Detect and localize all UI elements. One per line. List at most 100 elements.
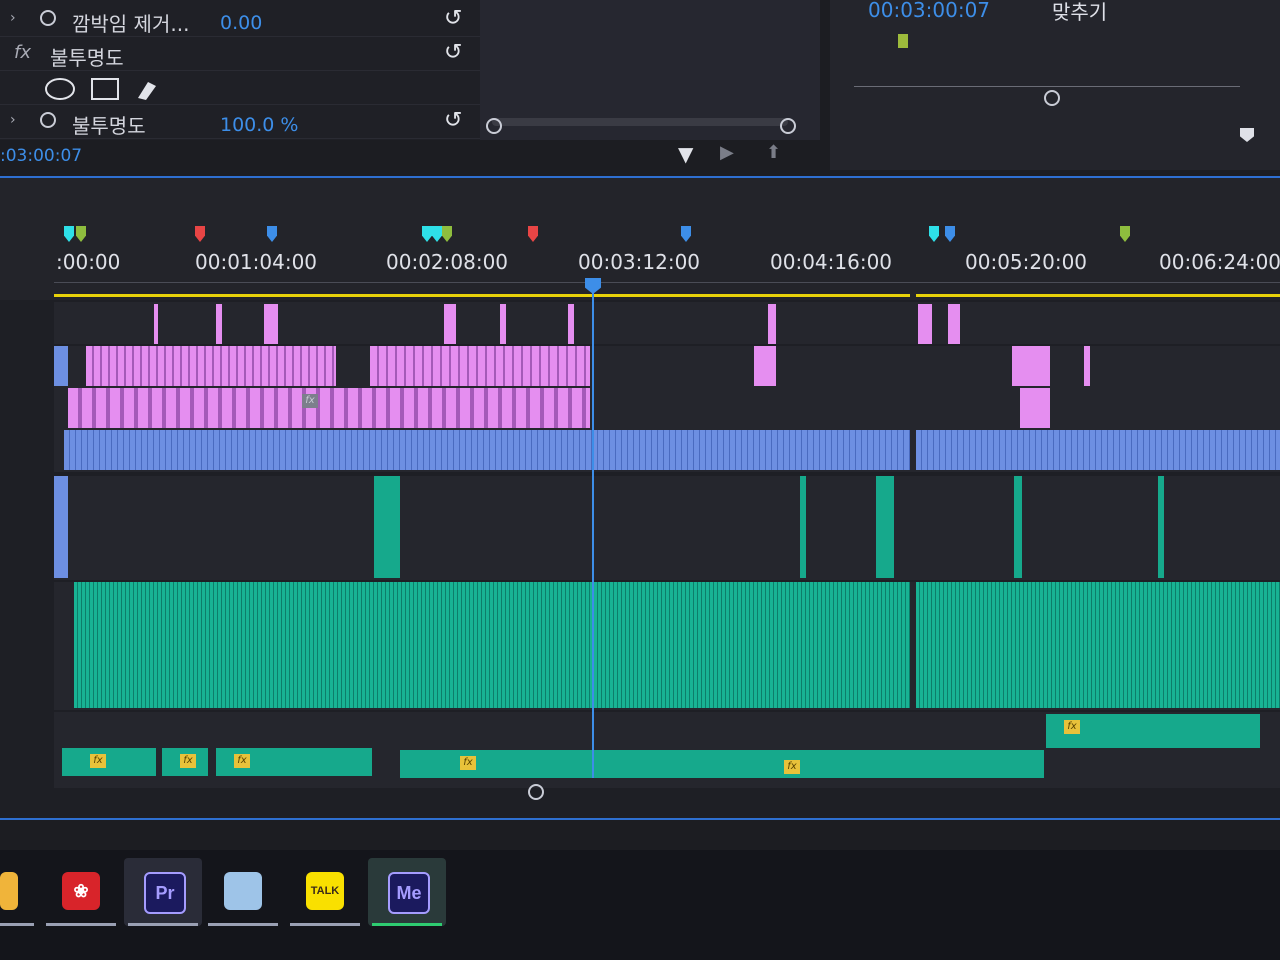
playhead-indicator-icon[interactable] <box>1240 128 1254 142</box>
zoom-handle[interactable] <box>1044 90 1060 106</box>
timeline-marker[interactable] <box>195 226 205 242</box>
fx-badge-icon: fx <box>180 754 196 768</box>
timeline-marker[interactable] <box>1120 226 1130 242</box>
taskbar-file-explorer[interactable] <box>0 858 38 926</box>
in-point-marker[interactable] <box>898 34 908 48</box>
taskbar-media-encoder[interactable]: Me <box>368 858 446 926</box>
audio-clip[interactable] <box>1158 476 1164 578</box>
timeline-marker[interactable] <box>929 226 939 242</box>
program-monitor: 00:03:00:07 맞추기 <box>830 0 1280 170</box>
timeline-marker[interactable] <box>442 226 452 242</box>
taskbar-acrobat[interactable]: ❀ <box>42 858 120 926</box>
reset-icon[interactable]: ↺ <box>444 6 462 31</box>
mask-tools-row <box>0 70 480 105</box>
effect-row-flicker[interactable]: › 깜박임 제거... 0.00 ↺ <box>0 2 480 37</box>
pen-mask-icon <box>138 82 156 100</box>
expand-chevron-icon[interactable]: › <box>10 10 16 26</box>
audio-clip-group[interactable] <box>74 582 910 708</box>
video-track-3[interactable] <box>54 302 1280 344</box>
kakaotalk-icon: TALK <box>306 872 344 910</box>
running-indicator <box>128 923 198 926</box>
audio-clip[interactable] <box>800 476 806 578</box>
video-clip-group[interactable] <box>370 346 590 386</box>
timeline-marker[interactable] <box>267 226 277 242</box>
audio-clip-group[interactable] <box>916 582 1280 708</box>
video-clip[interactable] <box>568 304 574 344</box>
scroll-handle-left[interactable] <box>486 118 502 134</box>
timeline-zoom-handle[interactable] <box>528 784 544 800</box>
play-audio-icon[interactable]: ▶ <box>720 142 734 163</box>
timeline-marker[interactable] <box>76 226 86 242</box>
timeline-marker[interactable] <box>64 226 74 242</box>
running-indicator <box>372 923 442 926</box>
stopwatch-icon[interactable] <box>40 112 56 128</box>
audio-clip[interactable] <box>54 476 68 578</box>
effect-controls-timecode[interactable]: :03:00:07 <box>0 146 82 166</box>
export-icon[interactable]: ⬆ <box>766 142 781 163</box>
reset-icon[interactable]: ↺ <box>444 40 462 65</box>
audio-clip[interactable] <box>400 750 1044 778</box>
video-clip[interactable] <box>768 304 776 344</box>
audio-clip[interactable] <box>374 476 400 578</box>
video-clip[interactable] <box>1084 346 1090 386</box>
video-clip-group[interactable] <box>64 430 910 470</box>
video-clip[interactable] <box>264 304 278 344</box>
running-indicator <box>290 923 360 926</box>
video-clip[interactable] <box>948 304 960 344</box>
audio-track-2[interactable] <box>54 582 1280 710</box>
work-area-bar[interactable] <box>54 294 910 297</box>
video-clip[interactable] <box>754 346 776 386</box>
fx-badge-icon: fx <box>460 756 476 770</box>
video-clip[interactable] <box>216 304 222 344</box>
video-clip[interactable] <box>154 304 158 344</box>
timeline-marker[interactable] <box>681 226 691 242</box>
video-clip[interactable] <box>500 304 506 344</box>
video-clip[interactable] <box>54 346 68 386</box>
fit-dropdown[interactable]: 맞추기 <box>1052 0 1107 25</box>
audio-clip[interactable] <box>876 476 894 578</box>
audio-track-4[interactable]: fx fx fx fx fx <box>54 748 1280 788</box>
video-clip-group[interactable] <box>68 388 590 428</box>
playhead-line[interactable] <box>592 278 594 778</box>
stopwatch-icon[interactable] <box>40 10 56 26</box>
effect-row-opacity-value[interactable]: › 불투명도 100.0 % ↺ <box>0 104 480 139</box>
taskbar-notes[interactable] <box>204 858 282 926</box>
video-clip[interactable] <box>1020 388 1050 428</box>
program-timecode[interactable]: 00:03:00:07 <box>868 0 990 22</box>
windows-taskbar: ❀ Pr TALK Me <box>0 850 1280 960</box>
video-track-1b[interactable]: fx <box>54 388 1280 430</box>
mini-ruler[interactable] <box>854 78 1240 87</box>
video-clip-group[interactable] <box>86 346 336 386</box>
zoom-scrollbar[interactable] <box>492 118 788 126</box>
timeline-marker[interactable] <box>528 226 538 242</box>
taskbar-kakaotalk[interactable]: TALK <box>286 858 364 926</box>
media-encoder-icon: Me <box>388 872 430 914</box>
rectangle-mask-icon <box>91 78 119 100</box>
time-ruler[interactable]: :00:00 00:01:04:00 00:02:08:00 00:03:12:… <box>0 178 1280 300</box>
effect-keyframe-area[interactable] <box>480 0 820 140</box>
audio-clip[interactable] <box>62 748 156 776</box>
timeline-marker[interactable] <box>422 226 432 242</box>
video-clip[interactable] <box>1012 346 1050 386</box>
video-track-2[interactable] <box>54 346 1280 388</box>
effect-value[interactable]: 100.0 % <box>220 114 299 136</box>
video-track-1[interactable] <box>54 430 1280 472</box>
video-clip[interactable] <box>444 304 456 344</box>
work-area-bar[interactable] <box>916 294 1280 297</box>
ruler-label: 00:04:16:00 <box>770 250 893 274</box>
effect-value[interactable]: 0.00 <box>220 12 262 34</box>
timeline-panel[interactable]: :00:00 00:01:04:00 00:02:08:00 00:03:12:… <box>0 178 1280 818</box>
audio-clip[interactable] <box>1014 476 1022 578</box>
filter-icon[interactable]: ▼ <box>678 142 693 166</box>
timeline-marker[interactable] <box>432 226 442 242</box>
audio-track-1[interactable] <box>54 476 1280 580</box>
video-clip[interactable] <box>918 304 932 344</box>
effect-label: 불투명도 <box>50 46 124 70</box>
taskbar-premiere-pro[interactable]: Pr <box>124 858 202 926</box>
timeline-marker[interactable] <box>945 226 955 242</box>
effect-row-opacity[interactable]: fx 불투명도 ↺ <box>0 36 480 71</box>
reset-icon[interactable]: ↺ <box>444 108 462 133</box>
video-clip-group[interactable] <box>916 430 1280 470</box>
expand-chevron-icon[interactable]: › <box>10 112 16 128</box>
scroll-handle-right[interactable] <box>780 118 796 134</box>
